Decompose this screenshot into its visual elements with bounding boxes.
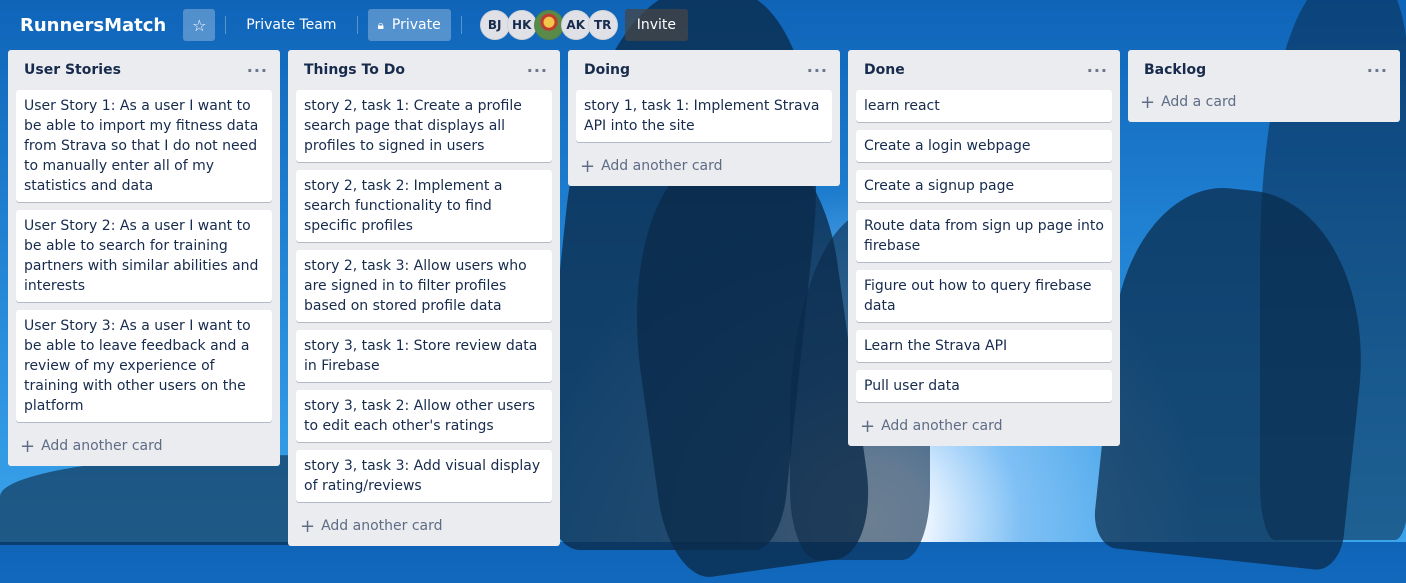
- list-title[interactable]: Things To Do: [304, 62, 405, 78]
- card[interactable]: Figure out how to query firebase data: [856, 270, 1112, 322]
- more-options-icon[interactable]: ···: [807, 61, 828, 80]
- card[interactable]: story 2, task 2: Implement a search func…: [296, 170, 552, 242]
- more-options-icon[interactable]: ···: [1367, 61, 1388, 80]
- plus-icon: +: [300, 515, 316, 537]
- list-title[interactable]: Backlog: [1144, 62, 1206, 78]
- card[interactable]: story 2, task 1: Create a profile search…: [296, 90, 552, 162]
- card[interactable]: Create a signup page: [856, 170, 1112, 202]
- member-avatars: BJ HK AK TR: [479, 10, 618, 40]
- card[interactable]: story 3, task 1: Store review data in Fi…: [296, 330, 552, 382]
- more-options-icon[interactable]: ···: [527, 61, 548, 80]
- card[interactable]: Pull user data: [856, 370, 1112, 402]
- card[interactable]: Route data from sign up page into fireba…: [856, 210, 1112, 262]
- card[interactable]: User Story 2: As a user I want to be abl…: [16, 210, 272, 302]
- list-doing: Doing ··· story 1, task 1: Implement Str…: [568, 50, 840, 186]
- add-card-button[interactable]: + Add another card: [8, 430, 280, 458]
- card[interactable]: User Story 3: As a user I want to be abl…: [16, 310, 272, 422]
- visibility-button[interactable]: 🔒︎ Private: [367, 9, 451, 41]
- invite-button[interactable]: Invite: [624, 9, 688, 41]
- list-title[interactable]: User Stories: [24, 62, 121, 78]
- more-options-icon[interactable]: ···: [1087, 61, 1108, 80]
- add-card-label: Add another card: [881, 418, 1003, 434]
- card[interactable]: story 1, task 1: Implement Strava API in…: [576, 90, 832, 142]
- avatar[interactable]: BJ: [479, 10, 510, 40]
- list-things-to-do: Things To Do ··· story 2, task 1: Create…: [288, 50, 560, 546]
- list-header: User Stories ···: [8, 50, 280, 90]
- star-icon: ☆: [192, 15, 207, 35]
- header-divider: [460, 16, 462, 34]
- add-card-button[interactable]: + Add another card: [288, 510, 560, 538]
- list-header: Things To Do ···: [288, 50, 560, 90]
- list-header: Done ···: [848, 50, 1120, 90]
- avatar[interactable]: TR: [587, 10, 618, 40]
- list-title[interactable]: Done: [864, 62, 905, 78]
- plus-icon: +: [580, 155, 596, 177]
- add-card-label: Add another card: [321, 518, 443, 534]
- visibility-label: Private: [391, 17, 441, 33]
- plus-icon: +: [20, 435, 36, 457]
- star-board-button[interactable]: ☆: [183, 9, 216, 41]
- card[interactable]: story 3, task 2: Allow other users to ed…: [296, 390, 552, 442]
- add-card-label: Add another card: [601, 158, 723, 174]
- add-card-button[interactable]: + Add another card: [848, 410, 1120, 438]
- more-options-icon[interactable]: ···: [247, 61, 268, 80]
- avatar[interactable]: HK: [506, 10, 537, 40]
- add-card-label: Add another card: [41, 438, 163, 454]
- header-divider: [225, 16, 227, 34]
- list-user-stories: User Stories ··· User Story 1: As a user…: [8, 50, 280, 466]
- list-header: Doing ···: [568, 50, 840, 90]
- avatar-image[interactable]: [533, 10, 564, 40]
- list-header: Backlog ···: [1128, 50, 1400, 90]
- add-card-button[interactable]: + Add a card: [1128, 90, 1400, 114]
- card[interactable]: learn react: [856, 90, 1112, 122]
- add-card-button[interactable]: + Add another card: [568, 150, 840, 178]
- add-card-label: Add a card: [1161, 94, 1237, 110]
- board-title[interactable]: RunnersMatch: [20, 11, 166, 40]
- card[interactable]: Learn the Strava API: [856, 330, 1112, 362]
- header-divider: [356, 16, 358, 34]
- list-done: Done ··· learn react Create a login webp…: [848, 50, 1120, 446]
- card[interactable]: Create a login webpage: [856, 130, 1112, 162]
- list-backlog: Backlog ··· + Add a card: [1128, 50, 1400, 122]
- avatar[interactable]: AK: [560, 10, 591, 40]
- plus-icon: +: [860, 415, 876, 437]
- lock-icon: 🔒︎: [377, 17, 384, 32]
- card[interactable]: User Story 1: As a user I want to be abl…: [16, 90, 272, 202]
- list-title[interactable]: Doing: [584, 62, 630, 78]
- plus-icon: +: [1140, 91, 1156, 113]
- team-button[interactable]: Private Team: [236, 9, 346, 41]
- board-header: RunnersMatch ☆ Private Team 🔒︎ Private B…: [0, 0, 1406, 50]
- card[interactable]: story 3, task 3: Add visual display of r…: [296, 450, 552, 502]
- card[interactable]: story 2, task 3: Allow users who are sig…: [296, 250, 552, 322]
